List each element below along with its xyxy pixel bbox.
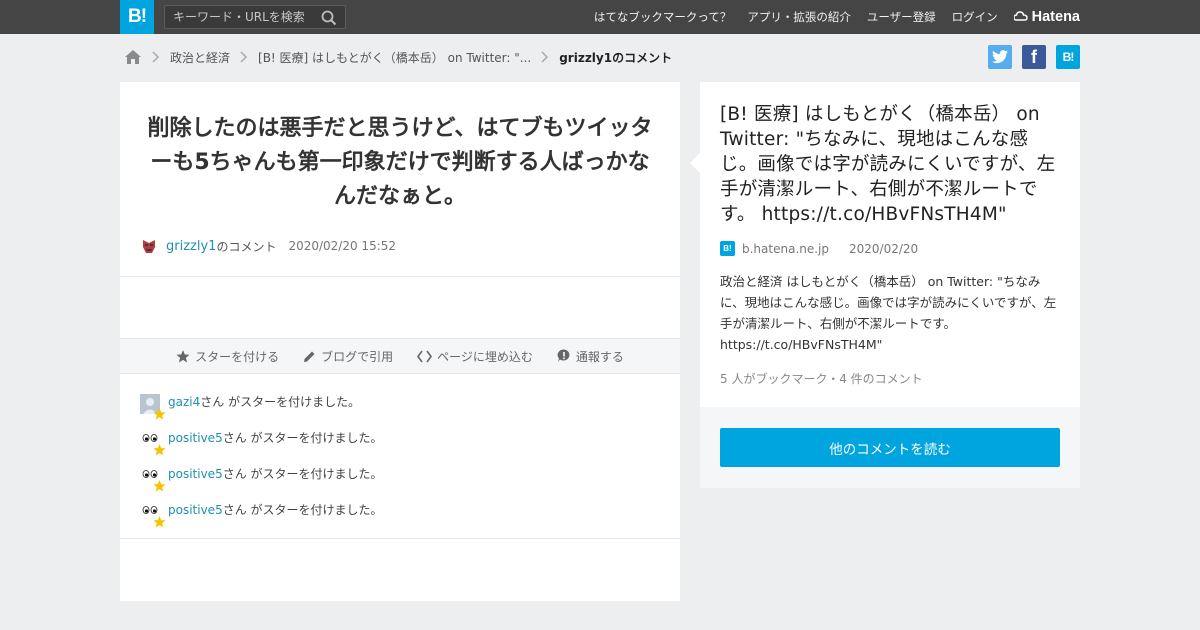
report-label: 通報する — [575, 349, 624, 364]
share-buttons: f B! — [978, 45, 1080, 69]
nav-register[interactable]: ユーザー登録 — [867, 9, 936, 25]
breadcrumb-current: grizzly1のコメント — [559, 50, 673, 65]
home-icon[interactable] — [124, 49, 142, 65]
comment-meta: grizzly1 のコメント 2020/02/20 15:52 — [140, 237, 396, 255]
embed-label: ページに埋め込む — [437, 349, 533, 364]
pencil-icon — [304, 351, 315, 362]
entry-title[interactable]: [B! 医療] はしもとがく（橋本岳） on Twitter: "ちなみに、現地… — [720, 102, 1062, 227]
add-star-label: スターを付ける — [195, 349, 280, 364]
entry-date: 2020/02/20 — [849, 241, 919, 256]
star-list: gazi4さん がスターを付けました。 positive5さん がスターを付けま… — [120, 374, 680, 538]
entry-description: 政治と経済 はしもとがく（橋本岳） on Twitter: "ちなみに、現地はこ… — [720, 274, 1057, 352]
nav-login[interactable]: ログイン — [952, 9, 998, 25]
entry-card: [B! 医療] はしもとがく（橋本岳） on Twitter: "ちなみに、現地… — [690, 82, 1080, 488]
star-list-item: gazi4さん がスターを付けました。 — [120, 394, 680, 430]
chevron-right-icon — [152, 51, 160, 63]
twitter-icon — [992, 50, 1008, 64]
code-icon — [417, 350, 433, 362]
star-message: さん がスターを付けました。 — [222, 431, 383, 445]
hatena-favicon-icon: B! — [720, 241, 735, 256]
nav-about[interactable]: はてなブックマークって？ — [594, 9, 731, 25]
read-more-comments-button[interactable]: 他のコメントを読む — [720, 428, 1060, 467]
star-text: positive5さん がスターを付けました。 — [168, 466, 383, 482]
hatena-brand-text: Hatena — [1031, 9, 1080, 25]
star-list-item: positive5さん がスターを付けました。 — [120, 502, 680, 538]
hatena-brand-link[interactable]: Hatena — [1013, 9, 1080, 25]
facebook-share-button[interactable]: f — [1022, 45, 1046, 69]
user-avatar[interactable] — [140, 502, 166, 528]
embed-button[interactable]: ページに埋め込む — [417, 348, 533, 365]
hatena-bookmark-logo[interactable]: B! — [120, 0, 154, 34]
facebook-icon: f — [1031, 46, 1037, 67]
search-icon[interactable] — [321, 10, 337, 26]
star-icon — [153, 408, 166, 420]
entry-domain[interactable]: b.hatena.ne.jp — [742, 242, 829, 256]
breadcrumb-entry[interactable]: [B! 医療] はしもとがく（橋本岳） on Twitter: "... — [258, 49, 531, 66]
add-star-button[interactable]: スターを付ける — [176, 348, 279, 365]
blog-quote-label: ブログで引用 — [321, 349, 394, 364]
star-username[interactable]: gazi4 — [168, 395, 200, 409]
top-nav: はてなブックマークって？ アプリ・拡張の紹介 ユーザー登録 ログイン Haten… — [578, 0, 1080, 34]
star-text: positive5さん がスターを付けました。 — [168, 502, 383, 518]
star-username[interactable]: positive5 — [168, 431, 223, 445]
hatena-bookmark-share-button[interactable]: B! — [1056, 45, 1080, 69]
comment-card: 削除したのは悪手だと思うけど、はてブもツイッターも5ちゃんも第一印象だけで判断す… — [120, 82, 680, 601]
star-icon — [153, 516, 166, 528]
star-message: さん がスターを付けました。 — [222, 467, 383, 481]
entry-footer: 他のコメントを読む — [700, 407, 1080, 488]
comment-body-space — [120, 277, 680, 338]
search-input[interactable] — [165, 6, 315, 28]
breadcrumb: 政治と経済 [B! 医療] はしもとがく（橋本岳） on Twitter: ".… — [124, 46, 672, 68]
chevron-right-icon — [541, 51, 549, 63]
card-pointer — [690, 152, 701, 174]
comment-header: 削除したのは悪手だと思うけど、はてブもツイッターも5ちゃんも第一印象だけで判断す… — [120, 82, 680, 277]
chevron-right-icon — [240, 51, 248, 63]
user-avatar[interactable] — [140, 394, 166, 420]
report-button[interactable]: 通報する — [557, 348, 624, 365]
twitter-share-button[interactable] — [988, 45, 1012, 69]
entry-counts[interactable]: 5 人がブックマーク・4 件のコメント — [720, 370, 923, 387]
star-message: さん がスターを付けました。 — [222, 503, 383, 517]
comment-date[interactable]: 2020/02/20 15:52 — [288, 239, 396, 253]
star-list-item: positive5さん がスターを付けました。 — [120, 430, 680, 466]
star-list-item: positive5さん がスターを付けました。 — [120, 466, 680, 502]
top-bar: B! はてなブックマークって？ アプリ・拡張の紹介 ユーザー登録 ログイン Ha… — [0, 0, 1200, 34]
star-username[interactable]: positive5 — [168, 467, 223, 481]
action-bar: スターを付ける ブログで引用 ページに埋め込む 通報する — [120, 338, 680, 374]
star-text: gazi4さん がスターを付けました。 — [168, 394, 360, 410]
nav-apps[interactable]: アプリ・拡張の紹介 — [747, 9, 851, 25]
star-icon — [153, 444, 166, 456]
blog-quote-button[interactable]: ブログで引用 — [303, 348, 393, 365]
star-message: さん がスターを付けました。 — [200, 395, 361, 409]
user-avatar[interactable] — [140, 466, 166, 492]
search-box[interactable] — [164, 5, 346, 29]
user-avatar[interactable] — [140, 430, 166, 456]
star-icon — [153, 480, 166, 492]
star-text: positive5さん がスターを付けました。 — [168, 430, 383, 446]
star-icon — [176, 349, 190, 362]
comment-suffix: のコメント — [216, 239, 277, 254]
report-icon — [557, 349, 570, 362]
comment-username[interactable]: grizzly1 — [166, 239, 216, 254]
entry-source: B! b.hatena.ne.jp 2020/02/20 — [720, 241, 918, 256]
comment-text: 削除したのは悪手だと思うけど、はてブもツイッターも5ちゃんも第一印象だけで判断す… — [147, 116, 653, 209]
user-avatar[interactable] — [140, 237, 158, 255]
divider — [120, 538, 680, 539]
hatena-bookmark-icon: B! — [1062, 50, 1075, 64]
star-username[interactable]: positive5 — [168, 503, 223, 517]
breadcrumb-category[interactable]: 政治と経済 — [170, 49, 230, 66]
hatena-cloud-icon — [1013, 11, 1028, 21]
